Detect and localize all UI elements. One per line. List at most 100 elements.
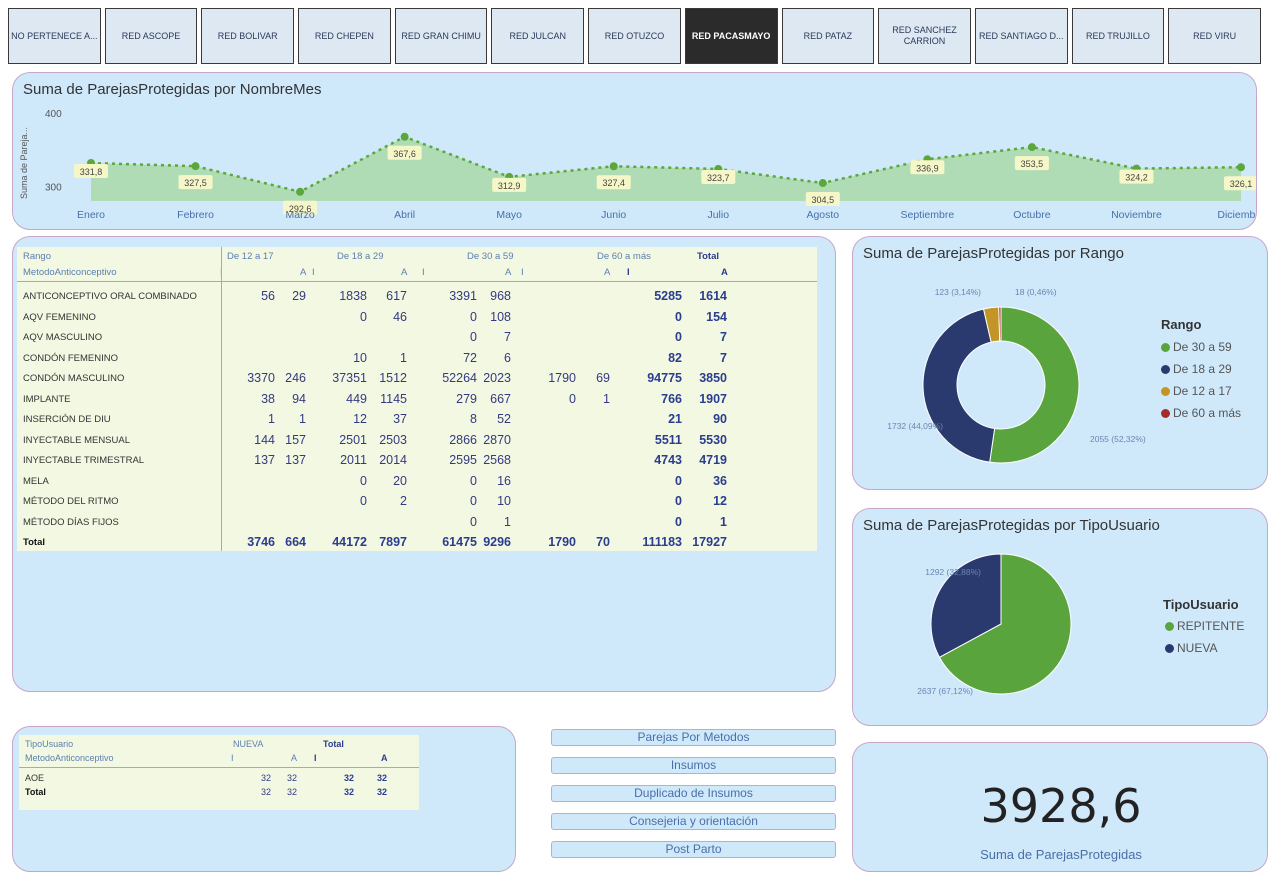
matrix-cell: 82	[668, 350, 682, 365]
matrix-cell: 7	[720, 330, 727, 344]
matrix-cell: 5511	[654, 432, 682, 447]
matrix-cell: 90	[713, 412, 727, 426]
matrix-row-label: CONDÓN FEMENINO	[23, 352, 118, 364]
legend-item[interactable]: REPITENTE	[1165, 619, 1244, 633]
slicer-item[interactable]: RED OTUZCO	[588, 8, 681, 64]
nav-link-button[interactable]: Consejeria y orientación	[551, 813, 836, 830]
data-label-group: 327,5	[178, 175, 213, 190]
matrix-cell: 32	[343, 787, 354, 797]
matrix-cell: 29	[292, 289, 306, 303]
legend-item[interactable]: De 30 a 59	[1161, 340, 1232, 354]
red-slicer: NO PERTENECE A... RED ASCOPE RED BOLIVAR RE…	[8, 8, 1261, 64]
legend-item[interactable]: NUEVA	[1165, 641, 1217, 655]
matrix-cell: 0	[675, 514, 682, 529]
matrix-cell: 9296	[483, 535, 511, 549]
row-header-metodo: MetodoAnticonceptivo	[23, 267, 117, 278]
legend-item[interactable]: De 18 a 29	[1161, 362, 1232, 376]
nav-link-button[interactable]: Duplicado de Insumos	[551, 785, 836, 802]
matrix-cell: 154	[706, 309, 727, 324]
line-point[interactable]	[1237, 163, 1245, 172]
slicer-item[interactable]: RED GRAN CHIMU	[394, 8, 488, 64]
kpi-value: 3928,6	[980, 779, 1142, 833]
line-point[interactable]	[400, 132, 409, 141]
slicer-item[interactable]: RED TRUJILLO	[1071, 8, 1165, 64]
slicer-item[interactable]: RED ASCOPE	[104, 8, 198, 64]
x-tick-label: Diciembre	[1217, 209, 1257, 221]
y-tick-label: 400	[45, 109, 62, 120]
matrix-cell: 46	[393, 309, 407, 324]
column-sub-header: A	[721, 267, 728, 278]
slice-label: 1292 (32,88%)	[925, 567, 981, 577]
line-point[interactable]	[1027, 143, 1036, 152]
slicer-item[interactable]: RED BOLIVAR	[201, 8, 295, 64]
line-point[interactable]	[609, 162, 618, 171]
data-label: 367,6	[393, 149, 416, 159]
matrix-cell: 5530	[699, 432, 727, 447]
matrix-cell: 69	[596, 371, 610, 385]
slicer-item[interactable]: NO PERTENECE A...	[8, 8, 101, 64]
slicer-item[interactable]: RED CHEPEN	[298, 8, 391, 64]
slicer-item[interactable]: RED PATAZ	[781, 8, 875, 64]
slice-label: 18 (0,46%)	[1015, 287, 1057, 297]
matrix-cell: 137	[285, 453, 306, 467]
matrix-cell: 7	[504, 330, 511, 344]
matrix-cell: 2014	[379, 453, 407, 467]
matrix-cell: 94	[292, 391, 306, 406]
column-group-header: Total	[697, 251, 719, 262]
row-header-rango: Rango	[23, 251, 51, 262]
x-tick-label: Septiembre	[901, 209, 955, 221]
line-point[interactable]	[296, 187, 305, 196]
legend-label: De 12 a 17	[1173, 384, 1232, 398]
matrix-cell: 32	[286, 773, 297, 783]
matrix-row-label: INYECTABLE MENSUAL	[23, 434, 130, 446]
column-sub-header: I	[314, 753, 317, 763]
data-label: 312,9	[498, 181, 521, 191]
column-sub-header: I	[627, 267, 630, 278]
column-sub-header: I	[422, 267, 425, 278]
matrix-cell: 246	[285, 371, 306, 385]
kpi-card: 3928,6 Suma de ParejasProtegidas	[852, 742, 1268, 872]
matrix-cell: 1907	[699, 391, 727, 406]
nav-link-button[interactable]: Insumos	[551, 757, 836, 774]
matrix-row-label: INSERCIÓN DE DIU	[23, 414, 111, 425]
matrix-cell: 10	[497, 494, 511, 508]
column-sub-header: I	[231, 753, 234, 763]
matrix-row-label: AQV FEMENINO	[23, 311, 96, 323]
matrix-cell: 2568	[483, 453, 511, 467]
pie-slice[interactable]	[998, 306, 1002, 342]
slicer-item[interactable]: RED JULCAN	[491, 8, 585, 64]
slicer-item[interactable]: RED SANTIAGO D...	[974, 8, 1068, 64]
nav-link-button[interactable]: Parejas Por Metodos	[551, 729, 836, 746]
pie-slice[interactable]	[989, 306, 1080, 464]
data-label-group: 331,8	[74, 164, 108, 179]
data-label: 327,4	[602, 178, 625, 188]
x-tick-label: Mayo	[496, 209, 522, 221]
matrix-cell: 7897	[379, 535, 407, 549]
slice-label: 1732 (44,09%)	[887, 421, 943, 431]
data-label-group: 327,4	[596, 175, 631, 190]
slicer-item[interactable]: RED VIRU	[1168, 8, 1261, 64]
data-label: 331,8	[80, 167, 103, 177]
x-tick-label: Noviembre	[1111, 209, 1162, 221]
matrix-row-label: IMPLANTE	[23, 393, 71, 405]
legend-dot-icon	[1161, 386, 1170, 396]
nav-link-button[interactable]: Post Parto	[551, 841, 836, 858]
matrix-cell: 0	[675, 473, 682, 488]
x-tick-label: Agosto	[806, 209, 839, 221]
line-chart: Suma de Pareja... 300 400 331,8 Enero 327,5 Fe…	[19, 109, 1257, 221]
slicer-item[interactable]: RED SANCHEZ CARRION	[878, 8, 971, 64]
pie-slice[interactable]	[922, 308, 996, 463]
matrix-cell: 32	[286, 787, 297, 797]
legend-item[interactable]: De 60 a más	[1161, 406, 1241, 420]
line-point[interactable]	[191, 162, 200, 171]
matrix-cell: 6	[504, 350, 511, 365]
legend-item[interactable]: De 12 a 17	[1161, 384, 1232, 398]
column-sub-header: A	[381, 753, 388, 763]
matrix-cell: 1	[299, 412, 306, 426]
matrix-cell: 1145	[380, 391, 407, 406]
column-sub-header: A	[604, 267, 611, 278]
legend-title-tipousuario: TipoUsuario	[1163, 597, 1239, 612]
slicer-item[interactable]: RED PACASMAYO	[684, 8, 778, 64]
line-point[interactable]	[818, 179, 827, 188]
legend-dot-icon	[1165, 621, 1174, 631]
